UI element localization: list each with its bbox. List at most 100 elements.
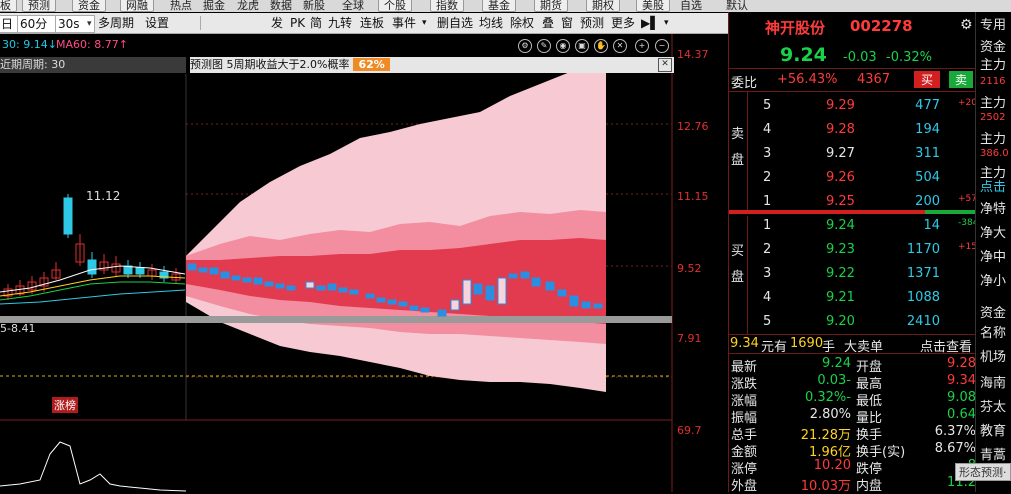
predicted-candle <box>420 307 430 313</box>
predicted-candle <box>557 289 567 297</box>
fund-flow-item[interactable]: 主力 <box>980 54 1006 73</box>
nav-item[interactable]: 资金 <box>72 0 106 12</box>
ask-level: 2 <box>763 170 772 185</box>
pattern-predict-hint[interactable]: 形态预测· <box>955 463 1011 481</box>
nav-item[interactable]: 基金 <box>482 0 516 12</box>
stock-name: 神开股份 <box>765 19 826 37</box>
toolbar-item-overlay[interactable]: 叠 <box>542 15 554 31</box>
ask-level: 3 <box>763 146 772 161</box>
toolbar-item-pk[interactable]: PK <box>290 15 305 31</box>
fund-flow-item[interactable]: 2116 <box>980 76 1005 87</box>
second-select[interactable]: 30s <box>55 15 95 33</box>
zoom-out-icon[interactable]: − <box>655 39 669 53</box>
toolbar-item-ma[interactable]: 均线 <box>479 15 503 31</box>
predicted-candle <box>316 285 326 291</box>
toolbar-item-lianban[interactable]: 连板 <box>360 15 384 31</box>
fund-flow-item[interactable]: 资金 <box>980 302 1006 321</box>
toolbar-item-exright[interactable]: 除权 <box>510 15 534 31</box>
toolbar-item-predict[interactable]: 预测 <box>580 15 604 31</box>
predicted-candle <box>569 295 579 307</box>
multi-period-button[interactable]: 多周期 <box>98 15 134 31</box>
fund-flow-item[interactable]: 资金 <box>980 36 1006 55</box>
top-nav: 板 预测 资金 网融 热点 掘金 龙虎 数据 新股 全球 个股 指数 基金 期货… <box>0 0 1011 12</box>
predicted-candle <box>593 303 603 309</box>
fund-flow-item[interactable]: 主力 <box>980 92 1006 111</box>
predicted-candle <box>387 299 397 305</box>
hand-icon[interactable]: ✋ <box>594 39 608 53</box>
weibi-value: +56.43% <box>777 72 838 87</box>
close-icon[interactable]: ✕ <box>658 58 672 72</box>
fund-flow-item[interactable]: 2502 <box>980 112 1005 123</box>
nav-item[interactable]: 自选 <box>680 0 702 12</box>
nav-item[interactable]: 期货 <box>534 0 568 12</box>
fund-flow-item[interactable]: 青蒿 <box>980 444 1006 463</box>
nav-item[interactable]: 数据 <box>270 0 292 12</box>
expand-panel-icon[interactable]: ▶▌ <box>641 15 659 31</box>
events-dropdown-icon[interactable]: ▾ <box>422 15 427 31</box>
nav-item[interactable]: 预测 <box>22 0 56 12</box>
fund-flow-item[interactable]: 专用 <box>980 14 1006 33</box>
ask-bid-ratio-bar-green <box>925 210 976 214</box>
stat-label: 内盘 <box>856 479 883 494</box>
nav-item[interactable]: 新股 <box>303 0 325 12</box>
zoom-in-icon[interactable]: + <box>635 39 649 53</box>
ask-level: 1 <box>763 194 772 209</box>
toolbar-item-fa[interactable]: 发 <box>271 15 283 31</box>
toolbar-item-window[interactable]: 窗 <box>561 15 573 31</box>
nav-item[interactable]: 板 <box>0 0 17 12</box>
fund-flow-item[interactable]: 净小 <box>980 270 1006 289</box>
buy-button[interactable]: 买 <box>914 71 941 88</box>
settings-button[interactable]: 设置 <box>145 15 169 31</box>
nav-item[interactable]: 期权 <box>586 0 620 12</box>
ask-volume: 311 <box>915 146 940 161</box>
kline-chart[interactable]: 30: 9.14↓ MA60: 8.77↑ ⚙ ✎ ◉ ▣ ✋ ✕ + − 近期… <box>0 34 728 492</box>
nav-item[interactable]: 热点 <box>170 0 192 12</box>
camera-icon[interactable]: ▣ <box>575 39 589 53</box>
toolbar-item-simple[interactable]: 简 <box>310 15 322 31</box>
nav-item[interactable]: 美股 <box>636 0 670 12</box>
predicted-candle <box>349 289 359 295</box>
kline-chart-canvas <box>0 34 673 492</box>
predicted-candle <box>231 275 241 281</box>
fund-flow-item[interactable]: 芬太 <box>980 396 1006 415</box>
ask-bid-ratio-bar <box>729 210 925 214</box>
fund-flow-item[interactable]: 主力 <box>980 128 1006 147</box>
predicted-candle <box>545 281 555 291</box>
nav-item[interactable]: 全球 <box>342 0 364 12</box>
bid-volume: 2410 <box>906 314 940 329</box>
gear-icon[interactable]: ⚙ <box>960 17 973 33</box>
ask-volume: 194 <box>915 122 940 137</box>
toolbar-item-more[interactable]: 更多 <box>611 15 635 31</box>
gear-icon[interactable]: ⚙ <box>518 39 532 53</box>
fund-flow-item[interactable]: 净中 <box>980 246 1006 265</box>
close-icon[interactable]: ✕ <box>613 39 627 53</box>
toolbar-divider <box>200 16 201 30</box>
nav-item[interactable]: 龙虎 <box>237 0 259 12</box>
nav-item[interactable]: 指数 <box>430 0 464 12</box>
predicted-candle <box>508 273 518 279</box>
nav-item[interactable]: 网融 <box>120 0 154 12</box>
predicted-candle <box>209 267 219 275</box>
fund-flow-item[interactable]: 教育 <box>980 420 1006 439</box>
nav-item[interactable]: 掘金 <box>203 0 225 12</box>
candle <box>63 197 73 235</box>
fund-flow-item[interactable]: 净特 <box>980 198 1006 217</box>
fund-flow-item[interactable]: 点击 <box>980 176 1006 195</box>
nav-item[interactable]: 默认 <box>726 0 748 12</box>
fund-flow-item[interactable]: 386.0 <box>980 148 1009 159</box>
toolbar-dropdown-icon[interactable]: ▾ <box>664 15 669 31</box>
fund-flow-item[interactable]: 海南 <box>980 372 1006 391</box>
predicted-candle <box>305 281 315 289</box>
price-axis-label: 9.52 <box>677 262 702 275</box>
fund-flow-item[interactable]: 净大 <box>980 222 1006 241</box>
brush-icon[interactable]: ✎ <box>537 39 551 53</box>
fund-flow-item[interactable]: 名称 <box>980 322 1006 341</box>
sell-button[interactable]: 卖 <box>949 71 974 88</box>
fund-flow-item[interactable]: 机场 <box>980 346 1006 365</box>
toolbar-item-remove-watch[interactable]: 删自选 <box>437 15 473 31</box>
eye-icon[interactable]: ◉ <box>556 39 570 53</box>
limit-up-badge[interactable]: 涨榜 <box>52 397 78 413</box>
nav-item[interactable]: 个股 <box>378 0 412 12</box>
toolbar-item-events[interactable]: 事件 <box>392 15 416 31</box>
toolbar-item-jiuzhuan[interactable]: 九转 <box>328 15 352 31</box>
